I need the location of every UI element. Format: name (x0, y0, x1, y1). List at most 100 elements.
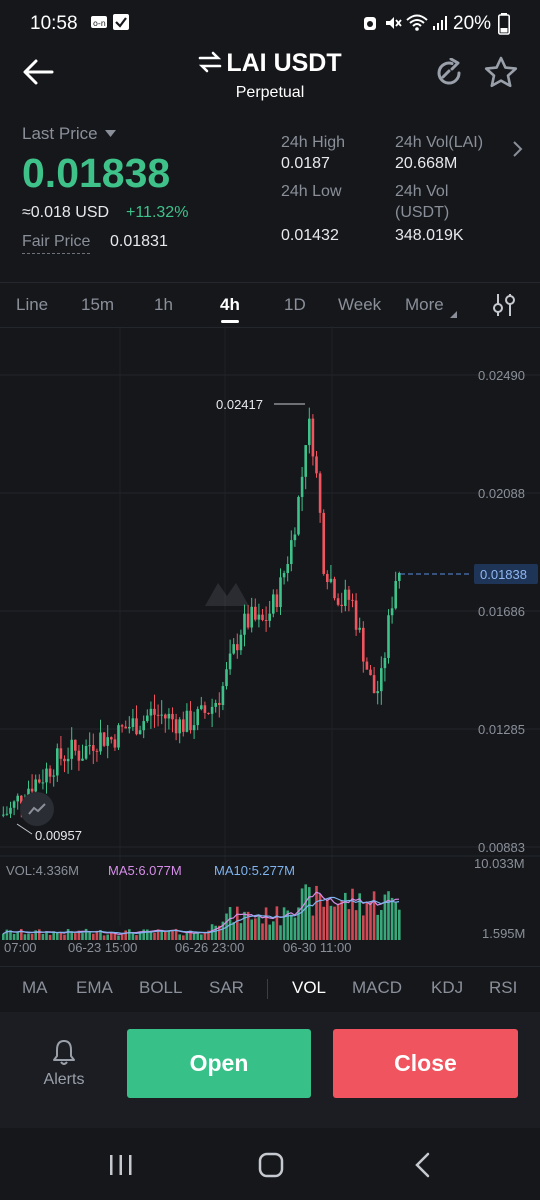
indicator-vol[interactable]: VOL (292, 978, 326, 998)
volume-bar (131, 933, 135, 940)
status-time: 10:58 (30, 13, 78, 34)
candle (207, 712, 210, 714)
vol-lai-value: 20.668M (395, 155, 458, 172)
candle (376, 691, 379, 694)
candle (30, 788, 34, 792)
low-annotation-line (16, 823, 33, 835)
volume-bar (153, 932, 156, 940)
volume-bar (300, 888, 304, 940)
system-nav-bar (0, 1128, 540, 1200)
volume-bar (326, 899, 329, 940)
volume-bar (340, 900, 343, 940)
candle (282, 573, 286, 578)
candle (329, 578, 333, 583)
candle (236, 644, 239, 651)
volume-bar (171, 930, 174, 940)
volume-bar (347, 909, 351, 940)
open-button[interactable]: Open (127, 1029, 311, 1098)
volume-bar (344, 892, 347, 940)
candle (16, 795, 19, 802)
svg-text:o‑n: o‑n (93, 19, 106, 28)
close-button[interactable]: Close (333, 1029, 518, 1098)
header: LAI USDT Perpetual (0, 40, 540, 112)
last-price-label: Last Price (22, 124, 98, 143)
chart-toggle-icon[interactable] (20, 792, 54, 826)
candle (70, 739, 73, 759)
chevron-right-icon[interactable] (512, 140, 524, 163)
candle (178, 719, 181, 734)
tab-more[interactable]: More (405, 295, 444, 315)
price-chart[interactable]: 0.02417 0.00957 0.01838 0.02490 0.02088 … (0, 326, 540, 966)
usd-value: ≈0.018 USD (22, 204, 110, 221)
candle (286, 564, 289, 574)
candle (254, 606, 257, 620)
volume-bar (56, 932, 59, 940)
volume-bar (351, 888, 354, 940)
volume-bar (268, 924, 271, 940)
indicator-kdj[interactable]: KDJ (431, 978, 463, 998)
recent-apps-icon[interactable] (108, 1153, 134, 1182)
fair-price-label[interactable]: Fair Price (22, 233, 91, 254)
candle (257, 614, 261, 620)
candle (160, 714, 163, 716)
candle (135, 718, 138, 735)
volume-bar (243, 911, 246, 940)
favorite-star-icon[interactable] (484, 56, 518, 93)
volume-bar (275, 906, 279, 940)
high-value: 0.0187 (281, 155, 330, 172)
tab-1d[interactable]: 1D (284, 295, 306, 315)
chart-settings-icon[interactable] (490, 291, 518, 324)
volume-bar (88, 932, 91, 940)
candle (358, 627, 361, 630)
indicator-macd[interactable]: MACD (352, 978, 402, 998)
battery-percent: 20% (453, 13, 492, 34)
tab-line[interactable]: Line (16, 295, 48, 315)
indicator-sar[interactable]: SAR (209, 978, 244, 998)
x-tick: 06-30 11:00 (283, 940, 351, 955)
candle (5, 813, 9, 815)
tab-1h[interactable]: 1h (154, 295, 173, 315)
candle (164, 714, 167, 719)
tab-week[interactable]: Week (338, 295, 381, 315)
candle (218, 702, 221, 706)
home-icon[interactable] (258, 1152, 284, 1183)
indicator-ema[interactable]: EMA (76, 978, 113, 998)
indicator-rsi[interactable]: RSI (489, 978, 517, 998)
vol-top-label: 10.033M (474, 856, 525, 871)
candle (124, 726, 127, 729)
volume-bar (380, 910, 383, 940)
ma5-line (2, 891, 400, 935)
candlestick-chart-svg[interactable]: 0.02417 0.00957 0.01838 0.02490 0.02088 … (0, 326, 540, 966)
candle (290, 540, 293, 565)
volume-bar (214, 925, 217, 940)
candle (326, 573, 329, 583)
vol-label: VOL:4.336M (6, 863, 79, 878)
pair-title: LAI USDT (226, 49, 342, 77)
volume-bar (239, 923, 243, 940)
last-price-selector[interactable]: Last Price (22, 122, 117, 144)
candle (34, 779, 37, 792)
vol-lai-label: 24h Vol(LAI) (395, 134, 484, 151)
indicator-ma[interactable]: MA (22, 978, 48, 998)
volume-bar (362, 915, 365, 940)
y-tick: 0.01285 (478, 722, 525, 737)
back-nav-icon[interactable] (414, 1152, 432, 1183)
candle (300, 476, 304, 497)
candle (351, 599, 354, 601)
candle (66, 758, 70, 762)
candle (272, 594, 275, 614)
tab-4h[interactable]: 4h (220, 295, 240, 315)
alerts-button[interactable]: Alerts (34, 1038, 94, 1089)
refresh-icon[interactable] (434, 57, 464, 93)
signal-icon (432, 14, 448, 36)
volume-bar (369, 901, 372, 940)
candle (297, 496, 300, 535)
active-tab-indicator (221, 320, 239, 323)
volume-bar (354, 910, 358, 940)
alerts-label: Alerts (43, 1071, 85, 1088)
low-label: 24h Low (281, 183, 342, 200)
caret-down-icon (105, 122, 117, 142)
tab-15m[interactable]: 15m (81, 295, 114, 315)
key-notification-icon: o‑n (90, 14, 108, 35)
indicator-boll[interactable]: BOLL (139, 978, 182, 998)
